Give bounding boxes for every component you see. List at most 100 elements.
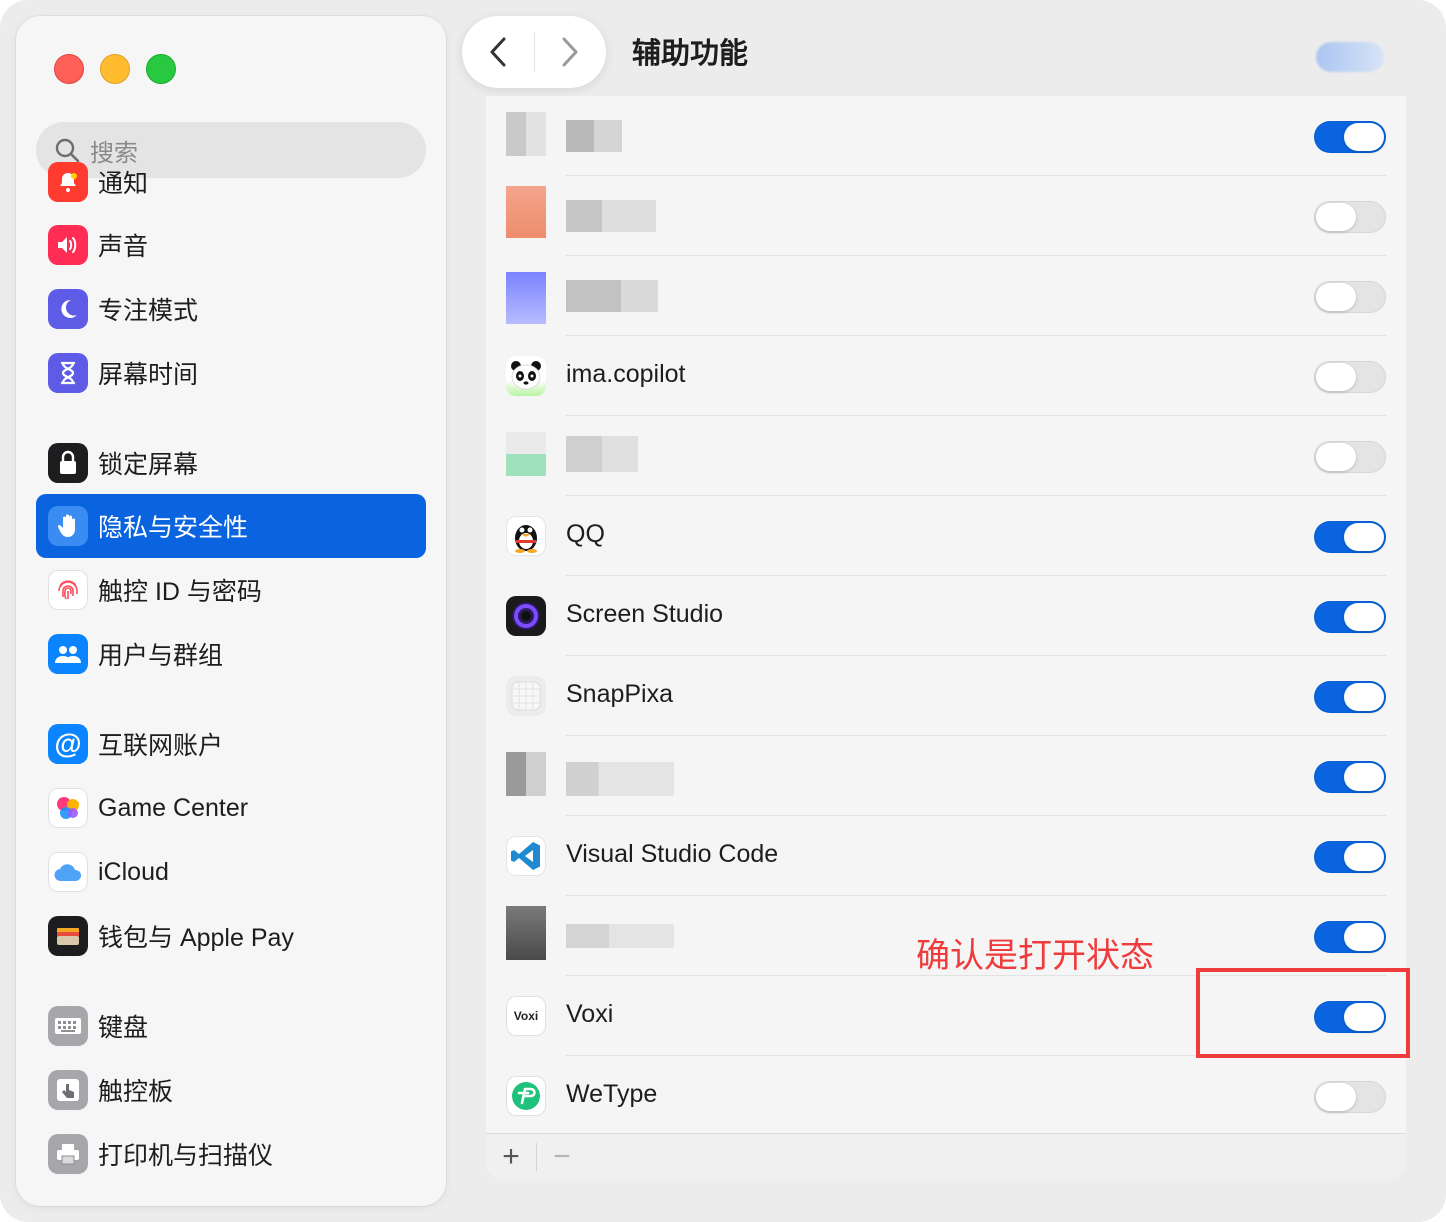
list-footer: + − — [486, 1133, 1406, 1180]
sidebar-item-screen-time[interactable]: 屏幕时间 — [36, 341, 426, 405]
app-row-blurred — [486, 256, 1406, 336]
blurred-app-name — [566, 762, 674, 796]
remove-app-button[interactable]: − — [537, 1134, 587, 1180]
sidebar-item-touch-id[interactable]: 触控 ID 与密码 — [36, 558, 426, 622]
sidebar-item-notifications[interactable]: 通知 — [36, 150, 426, 214]
app-toggle[interactable] — [1314, 201, 1386, 233]
blurred-app-name — [566, 200, 656, 232]
app-row-blurred — [486, 736, 1406, 816]
blurred-app-icon — [506, 906, 546, 960]
wetype-icon — [506, 1076, 546, 1116]
blurred-app-icon — [506, 752, 546, 796]
header-toggle-blurred — [1316, 42, 1384, 72]
app-row: SnapPixa — [486, 656, 1406, 736]
screen-studio-icon — [506, 596, 546, 636]
sidebar-item-trackpad[interactable]: 触控板 — [36, 1058, 426, 1122]
sidebar-item-label: 钱包与 Apple Pay — [98, 924, 294, 952]
blurred-app-icon — [506, 272, 546, 324]
forward-button[interactable] — [535, 16, 607, 88]
app-toggle[interactable] — [1314, 361, 1386, 393]
sidebar-item-label: iCloud — [98, 857, 169, 886]
blurred-app-name — [566, 120, 622, 152]
sidebar-item-internet-accounts[interactable]: @ 互联网账户 — [36, 712, 426, 776]
app-toggle[interactable] — [1314, 921, 1386, 953]
page-title: 辅助功能 — [632, 38, 749, 70]
fingerprint-icon — [48, 570, 88, 610]
settings-window: 搜索 通知 声音 专注模式 屏幕时间 锁定屏幕 隐私与安全性 触控 ID 与密码… — [0, 0, 1446, 1222]
app-row: QQ — [486, 496, 1406, 576]
sidebar-item-label: 键盘 — [98, 1014, 149, 1042]
app-toggle[interactable] — [1314, 121, 1386, 153]
chevron-left-icon — [490, 37, 506, 67]
app-toggle[interactable] — [1314, 841, 1386, 873]
annotation-text: 确认是打开状态 — [916, 937, 1154, 975]
chevron-right-icon — [562, 37, 578, 67]
lock-icon — [48, 443, 88, 483]
app-name: WeType — [566, 1080, 658, 1108]
minimize-window-button[interactable] — [100, 54, 130, 84]
app-row-blurred — [486, 416, 1406, 496]
navigation-buttons — [462, 16, 606, 88]
blurred-app-name — [566, 924, 674, 948]
app-toggle[interactable] — [1314, 681, 1386, 713]
sidebar-item-keyboard[interactable]: 键盘 — [36, 994, 426, 1058]
app-row: WeType — [486, 1056, 1406, 1136]
sidebar-item-label: 通知 — [98, 170, 149, 198]
add-app-button[interactable]: + — [486, 1134, 536, 1180]
back-button[interactable] — [462, 16, 534, 88]
sidebar-item-lock-screen[interactable]: 锁定屏幕 — [36, 431, 426, 495]
app-row: Screen Studio — [486, 576, 1406, 656]
app-toggle[interactable] — [1314, 1081, 1386, 1113]
sidebar-item-label: 互联网账户 — [98, 732, 224, 760]
trackpad-icon — [48, 1070, 88, 1110]
sidebar-item-label: 声音 — [98, 233, 149, 261]
sidebar-item-printers[interactable]: 打印机与扫描仪 — [36, 1122, 426, 1186]
app-name: Visual Studio Code — [566, 840, 779, 868]
blurred-app-name — [566, 436, 638, 472]
app-name: Screen Studio — [566, 600, 724, 628]
sidebar-item-label: 专注模式 — [98, 297, 199, 325]
app-row-blurred — [486, 176, 1406, 256]
hourglass-icon — [48, 353, 88, 393]
app-toggle[interactable] — [1314, 601, 1386, 633]
app-toggle[interactable] — [1314, 521, 1386, 553]
sidebar-item-label: 锁定屏幕 — [98, 451, 199, 479]
game-center-icon — [48, 788, 88, 828]
panda-icon — [506, 356, 546, 396]
wallet-icon — [48, 916, 88, 956]
sidebar-item-label: 打印机与扫描仪 — [98, 1142, 274, 1170]
speaker-icon — [48, 225, 88, 265]
zoom-window-button[interactable] — [146, 54, 176, 84]
bell-icon — [48, 162, 88, 202]
app-toggle[interactable] — [1314, 761, 1386, 793]
sidebar-item-sound[interactable]: 声音 — [36, 213, 426, 277]
app-toggle[interactable] — [1314, 441, 1386, 473]
sidebar-item-privacy-security[interactable]: 隐私与安全性 — [36, 494, 426, 558]
sidebar-item-icloud[interactable]: iCloud — [36, 840, 426, 904]
sidebar-item-label: Game Center — [98, 793, 249, 822]
keyboard-icon — [48, 1006, 88, 1046]
hand-icon — [48, 506, 88, 546]
app-name: QQ — [566, 520, 605, 548]
sidebar-item-label: 屏幕时间 — [98, 361, 199, 389]
voxi-icon: Voxi — [506, 996, 546, 1036]
sidebar-item-label: 触控板 — [98, 1078, 174, 1106]
sidebar-item-focus[interactable]: 专注模式 — [36, 277, 426, 341]
users-icon — [48, 634, 88, 674]
moon-icon — [48, 289, 88, 329]
close-window-button[interactable] — [54, 54, 84, 84]
cloud-icon — [48, 852, 88, 892]
blurred-app-icon — [506, 432, 546, 476]
app-name: Voxi — [566, 1000, 614, 1028]
app-row: Visual Studio Code — [486, 816, 1406, 896]
app-toggle[interactable] — [1314, 281, 1386, 313]
annotation-highlight-box — [1196, 968, 1410, 1058]
vscode-icon — [506, 836, 546, 876]
app-name: ima.copilot — [566, 360, 686, 388]
blurred-app-icon — [506, 186, 546, 238]
sidebar-item-wallet[interactable]: 钱包与 Apple Pay — [36, 904, 426, 968]
snappixa-icon — [506, 676, 546, 716]
sidebar-item-game-center[interactable]: Game Center — [36, 776, 426, 840]
sidebar-item-users-groups[interactable]: 用户与群组 — [36, 622, 426, 686]
printer-icon — [48, 1134, 88, 1174]
